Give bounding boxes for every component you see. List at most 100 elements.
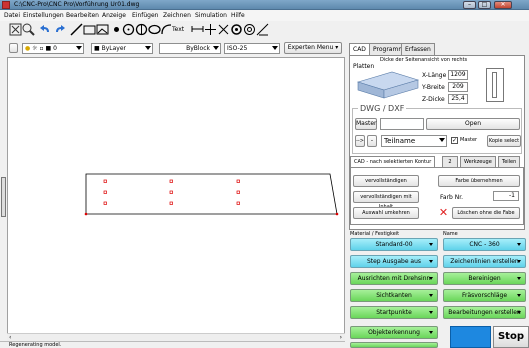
vertical-scroll-thumb[interactable] [1,177,6,217]
delete-x-icon[interactable]: ✕ [438,207,449,219]
master-button[interactable]: Master [355,118,377,130]
drill-mark[interactable] [103,201,107,205]
x-length-field[interactable]: 1209 [448,70,468,80]
z-thickness-field[interactable]: 25,4 [448,94,468,104]
visible-edges-button[interactable]: Sichtkanten [350,289,438,302]
end-point-marker[interactable] [335,212,339,216]
drawing-canvas[interactable] [7,57,345,335]
drill-mark[interactable] [169,190,173,194]
more-options-button[interactable] [350,342,438,348]
align-rotation-button[interactable]: Ausrichten mit Drehsinn [350,272,438,285]
rectangle-icon[interactable] [83,23,96,36]
open-button[interactable]: Open [426,118,520,130]
chevron-down-icon [272,46,278,50]
color-select[interactable]: ■ ByLayer [91,43,153,54]
arrow-button[interactable]: --> [355,135,365,147]
chevron-down-icon [145,46,151,50]
close-button[interactable]: ✕ [494,1,512,9]
complete-with-content-button[interactable]: vervollständigen mit Inhalt [353,191,419,210]
image-icon[interactable] [96,23,109,36]
step-output-select[interactable]: Step Ausgabe aus [350,255,438,268]
snap-icon[interactable] [217,23,230,36]
chevron-down-icon [517,294,521,297]
chevron-down-icon [429,331,433,334]
drill-mark[interactable] [236,179,240,183]
dwg-dxf-group [352,108,522,154]
color-value: ByLayer [101,45,126,52]
color-take-button[interactable]: Farbe übernehmen [438,175,520,187]
start-points-button[interactable]: Startpunkte [350,306,438,319]
status-text: Regenerating model. [9,342,62,348]
expert-menu-button[interactable]: Experten Menu ▾ [284,42,342,54]
circle-icon[interactable] [135,23,148,36]
copy-select-button[interactable]: Kopie select [487,135,521,147]
chevron-down-icon [429,311,433,314]
invert-selection-button[interactable]: Auswahl umkehren [353,207,419,219]
create-operations-button[interactable]: Bearbeitungen erstellen [443,306,526,319]
draw-lines-button[interactable]: Zeichenlinien erstellen [443,255,526,268]
drill-mark[interactable] [169,179,173,183]
redo-icon[interactable] [53,23,66,36]
menu-einstellungen[interactable]: Einstellungen [23,12,64,19]
left-ruler [0,57,7,341]
drill-mark[interactable] [103,190,107,194]
text-icon[interactable]: Text [172,23,186,36]
menu-anzeige[interactable]: Anzeige [102,12,126,19]
tab-erfassen[interactable]: Erfassen [401,43,435,55]
color-nr-field[interactable]: -1 [493,191,519,201]
master-checkbox[interactable]: ✓ [451,137,458,144]
menu-hilfe[interactable]: Hilfe [231,12,245,19]
start-point-marker[interactable] [84,212,88,216]
chevron-down-icon [429,260,433,263]
drill-mark[interactable] [103,179,107,183]
cleanup-button[interactable]: Bereinigen [443,272,526,285]
layer-manager-button[interactable] [9,43,18,53]
chevron-down-icon [517,260,521,263]
dimstyle-select[interactable]: ISO-25 [224,43,280,54]
stop-button[interactable]: Stop [493,326,529,348]
menu-einfuegen[interactable]: Einfügen [132,12,158,19]
drill-mark[interactable] [169,201,173,205]
scroll-right-icon[interactable]: › [340,334,342,341]
scroll-left-icon[interactable]: ‹ [9,334,11,341]
plate-outline[interactable] [85,173,338,215]
y-width-field[interactable]: 209 [448,82,468,92]
minimize-button[interactable]: – [463,1,476,9]
complete-button[interactable]: vervollständigen [353,175,419,187]
gear-icon[interactable] [230,23,243,36]
circle-center-icon[interactable] [122,23,135,36]
zoom-extents-icon[interactable] [9,23,22,36]
undo-icon[interactable] [39,23,52,36]
target-icon[interactable] [243,23,256,36]
zoom-icon[interactable] [22,23,35,36]
chevron-down-icon [439,138,445,142]
menu-bearbeiten[interactable]: Bearbeiten [66,12,99,19]
menu-simulation[interactable]: Simulation [195,12,227,19]
lightbulb-icon: ● [25,45,31,52]
drill-mark[interactable] [236,190,240,194]
move-icon[interactable] [204,23,217,36]
material-value: Standard-00 [375,241,413,248]
line-icon[interactable] [70,23,83,36]
master-path-field[interactable] [380,118,424,130]
y-width-label: Y-Breite [422,84,445,91]
maximize-button[interactable]: □ [478,1,491,9]
delete-without-color-button[interactable]: Löschen ohne die Fabe [452,207,520,219]
part-name-select[interactable]: Teilname [381,135,447,147]
chevron-down-icon [517,277,521,280]
menu-datei[interactable]: Datei [4,12,20,19]
milling-suggestions-button[interactable]: Fräsvorschläge [443,289,526,302]
drill-mark[interactable] [236,201,240,205]
tab-cad[interactable]: CAD [349,43,370,55]
menu-zeichnen[interactable]: Zeichnen [163,12,191,19]
horizontal-scrollbar[interactable]: ‹ › [7,333,345,341]
measure-icon[interactable] [256,23,269,36]
linetype-select[interactable]: ByBlock [159,43,221,54]
layer-select[interactable]: ● ☼ ▫ ■ 0 [22,43,84,54]
dash-button[interactable]: - [367,135,377,147]
object-recognition-button[interactable]: Objekterkennung [350,326,438,339]
dimension-icon[interactable] [191,23,204,36]
material-select[interactable]: Standard-00 [350,238,438,251]
machine-name-select[interactable]: CNC - 360 [443,238,526,251]
lock-icon: ▫ [39,45,44,52]
